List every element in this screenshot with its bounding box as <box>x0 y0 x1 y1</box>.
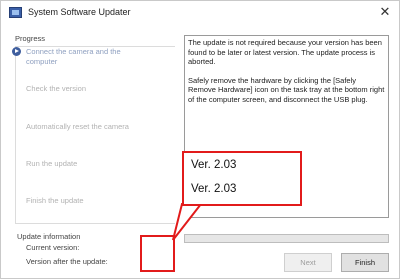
update-information-label: Update information <box>17 232 81 241</box>
step-reset-camera: Automatically reset the camera <box>26 122 129 131</box>
step-run-update: Run the update <box>26 159 78 168</box>
step-finish-update: Finish the update <box>26 196 84 205</box>
app-icon <box>9 7 22 18</box>
step-connect: Connect the camera and the computer <box>26 47 121 66</box>
current-step-arrow-icon <box>12 47 21 56</box>
updater-window: System Software Updater ✕ Progress Conne… <box>0 0 400 279</box>
current-version-label: Current version: <box>26 243 80 252</box>
next-button[interactable]: Next <box>284 253 332 272</box>
message-paragraph-2: Safely remove the hardware by clicking t… <box>188 75 385 104</box>
update-progress-bar <box>184 234 389 243</box>
close-icon[interactable]: ✕ <box>377 4 393 20</box>
step-check-version: Check the version <box>26 84 87 93</box>
window-title: System Software Updater <box>28 7 131 17</box>
progress-label: Progress <box>15 34 46 43</box>
callout-after-version: Ver. 2.03 <box>191 183 237 195</box>
title-bar: System Software Updater ✕ <box>1 1 399 26</box>
after-update-version-label: Version after the update: <box>26 257 108 266</box>
callout-connector <box>172 203 204 241</box>
finish-button[interactable]: Finish <box>341 253 389 272</box>
callout-current-version: Ver. 2.03 <box>191 159 237 171</box>
message-paragraph-1: The update is not required because your … <box>188 38 382 66</box>
